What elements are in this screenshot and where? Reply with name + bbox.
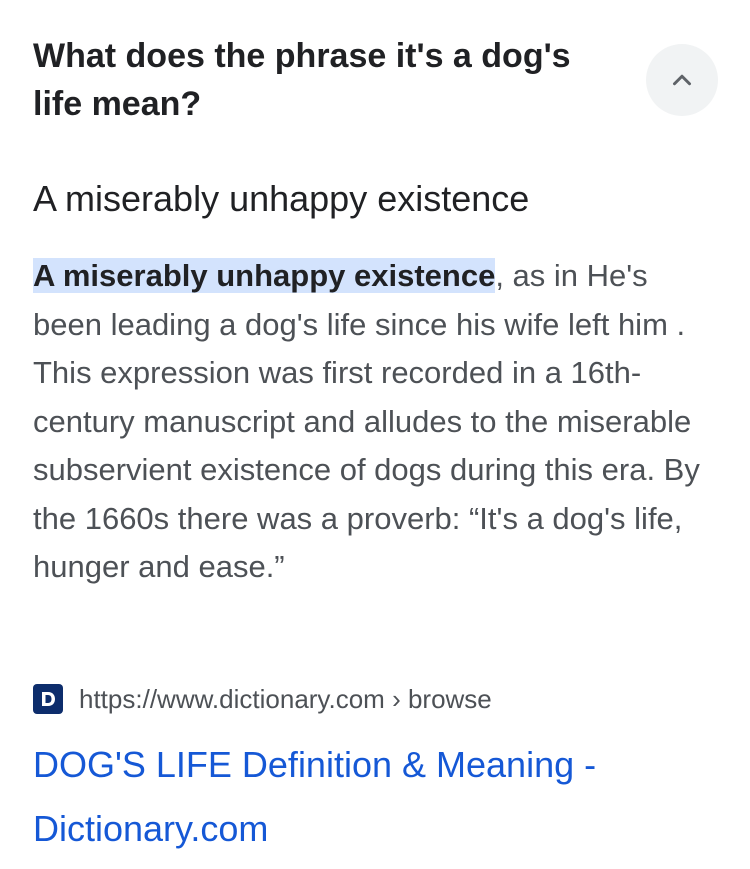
dictionary-com-icon (33, 684, 63, 714)
chevron-up-icon (673, 74, 691, 86)
collapse-button[interactable] (646, 44, 718, 116)
snippet-highlight: A miserably unhappy existence (33, 258, 496, 293)
snippet-text: , as in He's been leading a dog's life s… (33, 258, 700, 584)
answer-heading: A miserably unhappy existence (33, 178, 530, 219)
source-url: https://www.dictionary.com › browse (79, 683, 492, 714)
source-line[interactable]: https://www.dictionary.com › browse (33, 680, 492, 718)
answer-snippet: A miserably unhappy existence, as in He'… (33, 252, 723, 592)
result-title-link[interactable]: DOG'S LIFE Definition & Meaning - Dictio… (33, 733, 723, 861)
question-title: What does the phrase it's a dog's life m… (33, 37, 571, 123)
